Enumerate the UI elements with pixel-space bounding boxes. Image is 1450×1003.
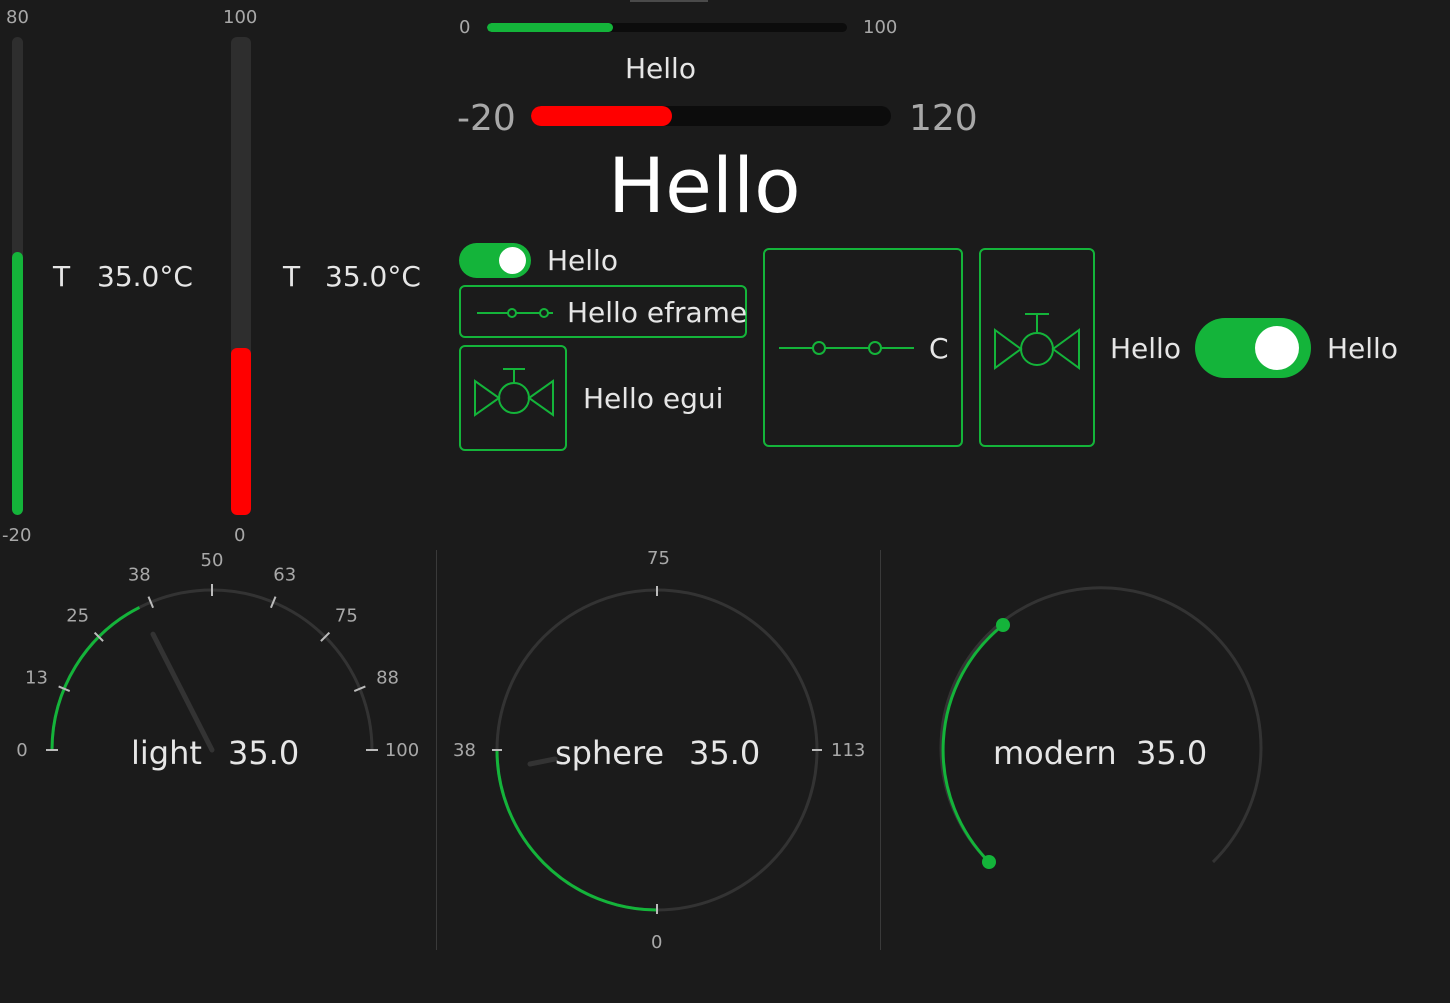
progress-bar[interactable] [531,106,891,126]
toggle-small-label: Hello [547,244,618,277]
toggle-large-left-label: Hello [1110,332,1181,365]
light-gauge-name: light [131,734,202,772]
progress-min: -20 [457,98,516,139]
light-gauge-tick-label: 50 [201,550,224,571]
thermometer-1-max: 80 [6,7,29,28]
light-gauge-track [50,588,374,751]
c-button[interactable]: C [763,248,963,447]
toggle-small[interactable] [459,243,531,278]
light-gauge-tick-label: 38 [128,564,151,585]
light-gauge-needle [150,631,215,753]
light-gauge-ticks: 0 13 25 38 50 63 75 88 100 [16,550,419,761]
thermometer-2-track [231,37,251,515]
sphere-gauge-tick-bottom: 0 [651,932,663,953]
sphere-gauge-name: sphere [555,734,665,772]
modern-gauge-track [939,586,1263,864]
separator [436,550,437,950]
sphere-gauge-tick-top: 75 [647,548,670,569]
thermometer-1-value: 35.0°C [97,260,193,293]
valve-icon [474,368,554,417]
modern-gauge-start-dot [982,855,996,869]
thermometer-1-track [12,37,23,515]
thermometer-2-label: T [283,260,301,293]
toggle-small-knob [499,247,526,274]
toggle-large[interactable] [1195,318,1311,378]
c-button-label: C [929,332,949,365]
switch-icon [477,308,553,318]
hello-egui-label: Hello egui [583,382,724,415]
sphere-gauge-value: 35.0 [689,734,761,772]
light-gauge-tick-label: 100 [385,740,419,761]
sphere-gauge-tick-right: 113 [831,740,866,761]
hello-eframe-button[interactable]: Hello eframe [459,285,747,338]
light-gauge-tick-label: 25 [66,606,89,627]
thermometer-1-label: T [53,260,71,293]
thermometer-1-fill [12,252,23,515]
light-gauge-tick-label: 0 [16,740,27,761]
toggle-large-right-label: Hello [1327,332,1398,365]
big-title: Hello [608,141,801,230]
hello-egui-button[interactable] [459,345,567,451]
progress-max: 120 [909,98,978,139]
thermometer-2-value: 35.0°C [325,260,421,293]
light-gauge-tick-label: 88 [376,667,399,688]
thermometer-2-fill [231,347,251,515]
light-gauge-tick-label: 13 [25,667,48,688]
slider-small[interactable] [487,23,847,32]
thermometer-2-max: 100 [223,7,258,28]
light-gauge: 0 13 25 38 50 63 75 88 100 [16,550,419,761]
light-gauge-tick-label: 75 [335,606,358,627]
slider-small-fill [487,23,613,32]
valve-icon [994,313,1080,370]
hello-eframe-label: Hello eframe [567,296,748,329]
progress-title: Hello [625,52,696,85]
slider-small-min: 0 [459,17,471,38]
slider-small-max: 100 [863,17,898,38]
separator [880,550,881,950]
light-gauge-value: 35.0 [228,734,300,772]
progress-bar-fill [531,106,673,126]
valve-button[interactable] [979,248,1095,447]
sphere-gauge-tick-left: 38 [453,740,476,761]
light-gauge-arc [50,606,141,751]
modern-gauge-value-dot [996,618,1010,632]
switch-icon [779,341,914,355]
light-gauge-tick-label: 63 [273,564,296,585]
toggle-large-knob [1255,326,1299,370]
modern-gauge-name: modern [993,734,1117,772]
modern-gauge [939,586,1263,869]
sphere-gauge-arc [495,749,658,912]
sphere-gauge-needle [527,756,558,767]
top-handle [630,0,708,2]
modern-gauge-value: 35.0 [1136,734,1208,772]
